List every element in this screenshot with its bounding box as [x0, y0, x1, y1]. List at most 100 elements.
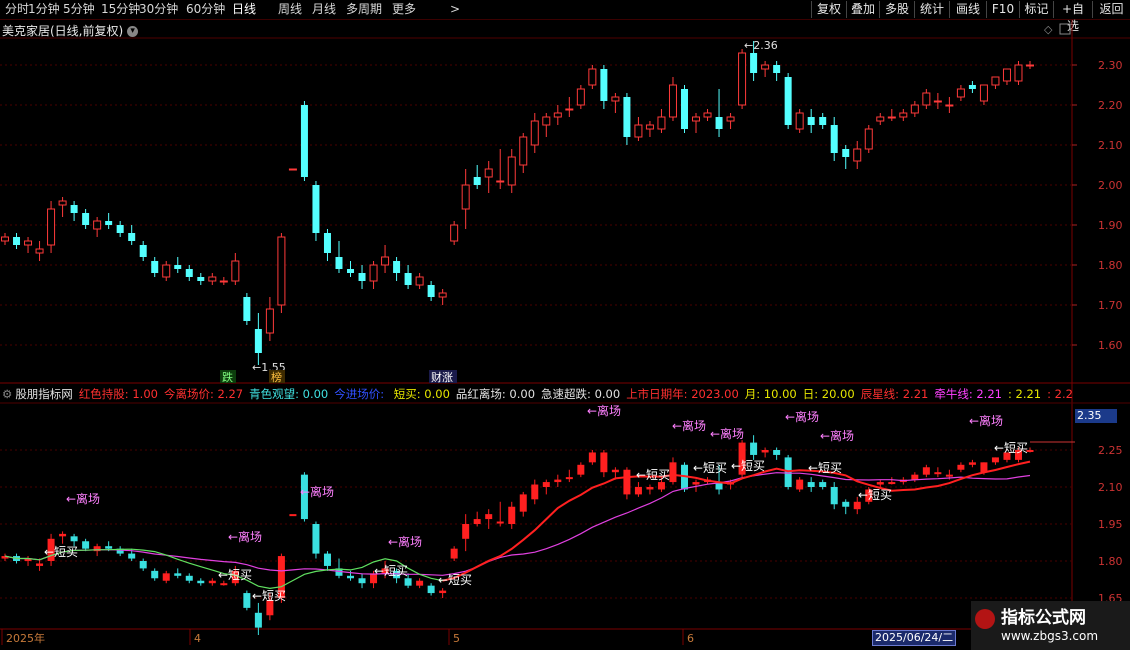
sub-candle-body: [819, 482, 827, 487]
sub-axis-label: 2.10: [1098, 481, 1123, 494]
candle-body-up: [991, 76, 1000, 86]
main-axis-label: 1.60: [1098, 339, 1123, 352]
indicator-item-5: 品红离场: 0.00: [455, 387, 536, 401]
sub-candle-body: [888, 482, 896, 485]
main-axis-label: 2.20: [1098, 99, 1123, 112]
candle-body-up: [484, 168, 493, 178]
indicator-item-7: 上市日期年: 2023.00: [626, 387, 739, 401]
main-axis-label: 1.80: [1098, 259, 1123, 272]
indicator-item-13: : 2.21: [1047, 387, 1074, 401]
sub-candle-body: [139, 561, 147, 569]
candle-body-down: [623, 97, 631, 137]
candle-body-down: [300, 105, 308, 177]
main-axis-label: 2.30: [1098, 59, 1123, 72]
sub-candle-body: [577, 464, 585, 475]
sub-candle-body: [312, 524, 320, 554]
sub-candle-body: [796, 479, 804, 490]
candle-body-up: [461, 184, 470, 210]
indicator-item-12: : 2.21: [1007, 387, 1042, 401]
sub-candle-body: [151, 570, 159, 579]
indicator-item-8: 月: 10.00: [744, 387, 797, 401]
sub-candle-body: [853, 501, 861, 510]
candle-body-up: [864, 128, 873, 150]
candle-body-up: [738, 52, 747, 106]
candle-body-down: [254, 329, 262, 353]
sub-candle-body: [185, 575, 193, 581]
main-axis-label: 1.70: [1098, 299, 1123, 312]
sub-candle-body: [427, 585, 435, 594]
sub-candle-body: [162, 573, 170, 581]
candle-body-up: [933, 100, 942, 103]
sub-candle-body: [773, 450, 781, 455]
candle-body-down: [842, 149, 850, 157]
candle-body-down: [335, 257, 343, 269]
exit-label: ←离场: [710, 426, 744, 441]
exit-label: ←离场: [820, 428, 854, 443]
sub-candle-body: [554, 479, 562, 483]
candle-body-down: [174, 265, 182, 269]
indicator-item-3: 今进场价:: [334, 387, 388, 401]
tag-bang: 榜: [271, 370, 282, 384]
sub-candle-body: [519, 494, 527, 512]
candle-body-up: [208, 276, 217, 282]
candle-body-up: [58, 200, 67, 206]
candle-body-up: [899, 112, 908, 118]
sub-candle-body: [991, 457, 999, 463]
candle-body-down: [105, 221, 113, 225]
sub-candle-body: [197, 580, 205, 584]
cursor-date: 2025/06/24/二: [872, 630, 957, 646]
x-axis-label: 4: [194, 632, 201, 645]
candle-body-up: [726, 116, 735, 122]
exit-label: ←离场: [228, 529, 262, 544]
buy-label: ←短买: [858, 488, 892, 502]
candle-body-up: [692, 116, 701, 122]
buy-label: ←短买: [731, 459, 765, 473]
sub-candle-body: [565, 477, 573, 480]
exit-label: ←离场: [672, 418, 706, 433]
sub-candle-body: [945, 474, 953, 477]
candle-body-up: [945, 104, 954, 107]
watermark-logo-icon: [975, 609, 995, 629]
candle-body-down: [393, 261, 401, 273]
gear-icon[interactable]: ⚙: [2, 387, 12, 401]
sub-candle-body: [611, 469, 619, 473]
candle-body-up: [657, 116, 666, 130]
exit-label: ←离场: [66, 491, 100, 506]
candle-body-down: [358, 273, 366, 281]
candle-body-down: [243, 297, 251, 321]
candle-body-up: [922, 92, 931, 106]
candle-body-down: [347, 269, 355, 273]
sub-candle-body: [208, 580, 216, 584]
candle-body-up: [415, 276, 424, 286]
sub-candle-body: [508, 506, 516, 524]
candle-body-up: [910, 104, 919, 114]
tag-die: 跌: [222, 370, 233, 384]
candle-body-up: [1, 236, 9, 242]
sub-candle-body: [485, 514, 493, 520]
buy-label: ←短买: [636, 468, 670, 482]
candle-body-down: [323, 233, 331, 253]
tag-caizhang: 财涨: [431, 370, 453, 384]
exit-label: ←离场: [969, 413, 1003, 428]
candle-body-up: [507, 156, 516, 186]
sub-candle-body: [82, 541, 90, 549]
candle-body-up: [219, 280, 228, 283]
candle-body-up: [853, 148, 862, 162]
indicator-item-9: 日: 20.00: [802, 387, 855, 401]
buy-label: ←短买: [438, 573, 472, 587]
main-axis-label: 2.00: [1098, 179, 1123, 192]
diamond-icon: ◇: [1044, 23, 1053, 36]
sub-candle-body: [980, 462, 988, 473]
chart-canvas: ◇ 2.30 2.20 2.10 2.00 1.90 1.80 1.70 1.60 2.25 2.1…: [0, 20, 1130, 645]
candle-body-up: [979, 84, 988, 102]
sub-candle-body: [289, 514, 297, 517]
buy-label: ←短买: [808, 461, 842, 475]
candle-body-up: [542, 116, 551, 126]
sub-candle-body: [646, 487, 654, 490]
candle-body-up: [588, 68, 597, 86]
candle-body-down: [197, 277, 205, 281]
candle-body-up: [47, 208, 56, 246]
candle-body-up: [703, 112, 712, 118]
sub-candle-body: [957, 464, 965, 470]
candle-body-down: [82, 213, 90, 225]
